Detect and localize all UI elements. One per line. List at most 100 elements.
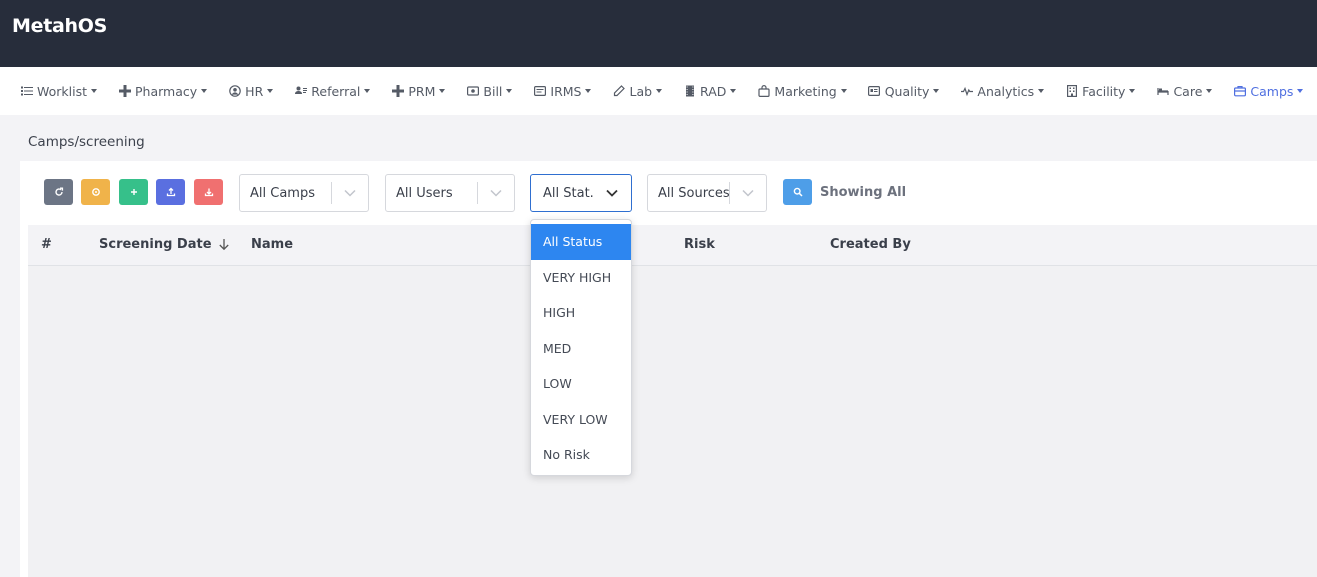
status-option[interactable]: No Risk <box>531 437 631 473</box>
breadcrumb: Camps/screening <box>28 134 145 150</box>
film-icon <box>683 85 696 98</box>
status-option[interactable]: HIGH <box>531 295 631 331</box>
select-value: All Sources <box>658 185 729 201</box>
nav-marketing[interactable]: Marketing <box>757 84 847 99</box>
download-button[interactable] <box>194 179 223 205</box>
users-icon <box>294 85 307 98</box>
nav-label: IRMS <box>550 83 582 99</box>
caret-down-icon <box>91 89 98 93</box>
add-button[interactable] <box>119 179 148 205</box>
table-body <box>28 266 1317 577</box>
select-value: All Camps <box>250 185 315 201</box>
caret-down-icon <box>1038 89 1045 93</box>
download-icon <box>204 188 213 197</box>
user-circle-icon <box>228 85 241 98</box>
gear-icon <box>91 188 100 196</box>
nav-pharmacy[interactable]: Pharmacy <box>118 83 208 99</box>
caret-down-icon <box>439 89 446 93</box>
nav-bill[interactable]: Bill <box>466 83 513 99</box>
search-button[interactable] <box>783 179 812 205</box>
main-nav: Worklist Pharmacy HR Referral PRM Bill I… <box>0 67 1317 115</box>
chevron-down-icon[interactable] <box>730 189 766 197</box>
refresh-icon <box>54 187 63 196</box>
nav-referral[interactable]: Referral <box>294 83 371 99</box>
caret-down-icon <box>840 89 847 93</box>
pencil-icon <box>612 85 625 98</box>
upload-icon <box>166 187 175 197</box>
nav-worklist[interactable]: Worklist <box>20 83 98 99</box>
bill-icon <box>466 85 479 98</box>
chevron-down-icon[interactable] <box>478 189 514 197</box>
bag-icon <box>757 85 770 98</box>
nav-label: Facility <box>1082 83 1126 99</box>
search-icon <box>793 187 803 197</box>
caret-down-icon <box>1129 89 1136 93</box>
nav-rad[interactable]: RAD <box>683 83 737 99</box>
plus-icon <box>118 85 131 98</box>
nav-camps[interactable]: Camps <box>1233 83 1304 99</box>
showing-status: Showing All <box>820 185 907 200</box>
caret-down-icon <box>364 89 371 93</box>
caret-down-icon <box>1297 89 1304 93</box>
settings-button[interactable] <box>81 179 110 205</box>
caret-down-icon <box>730 89 737 93</box>
status-option[interactable]: LOW <box>531 366 631 402</box>
top-header: MetahOS <box>0 0 1317 67</box>
column-header-screening-date[interactable]: Screening Date <box>99 237 230 252</box>
nav-care[interactable]: Care <box>1156 83 1213 99</box>
nav-hr[interactable]: HR <box>228 84 274 99</box>
nav-label: Quality <box>884 83 930 99</box>
column-header-index[interactable]: # <box>41 237 52 252</box>
card-icon <box>533 85 546 98</box>
status-option[interactable]: VERY HIGH <box>531 260 631 296</box>
plus-icon <box>391 85 404 98</box>
nav-quality[interactable]: Quality <box>868 84 940 99</box>
list-icon <box>20 85 33 98</box>
chevron-down-icon[interactable] <box>593 189 631 197</box>
caret-down-icon <box>585 89 592 93</box>
nav-label: Care <box>1173 83 1203 99</box>
nav-irms[interactable]: IRMS <box>533 83 592 99</box>
caret-down-icon <box>201 89 208 93</box>
status-option[interactable]: MED <box>531 331 631 367</box>
brand-logo[interactable]: MetahOS <box>12 15 107 37</box>
column-header-name[interactable]: Name <box>251 237 293 252</box>
sources-filter-select[interactable]: All Sources <box>647 174 767 212</box>
caret-down-icon <box>1206 89 1213 93</box>
caret-down-icon <box>933 89 940 93</box>
plus-icon <box>130 189 137 195</box>
camps-filter-select[interactable]: All Camps <box>239 174 369 212</box>
nav-lab[interactable]: Lab <box>612 83 663 99</box>
caret-down-icon <box>506 89 513 93</box>
refresh-button[interactable] <box>44 179 73 205</box>
status-option[interactable]: All Status <box>531 224 631 260</box>
nav-label: Analytics <box>977 83 1035 99</box>
nav-label: RAD <box>700 83 727 99</box>
upload-button[interactable] <box>156 179 185 205</box>
status-option[interactable]: VERY LOW <box>531 402 631 438</box>
building-icon <box>1065 85 1078 98</box>
nav-analytics[interactable]: Analytics <box>960 83 1045 99</box>
table-header: # Screening Date Name Risk Created By <box>28 225 1317 266</box>
column-header-risk[interactable]: Risk <box>684 237 715 252</box>
briefcase-icon <box>1233 85 1246 98</box>
chevron-down-icon[interactable] <box>332 189 368 197</box>
nav-label: Referral <box>311 83 361 99</box>
nav-facility[interactable]: Facility <box>1065 83 1136 99</box>
nav-label: PRM <box>408 83 436 99</box>
bed-icon <box>1156 85 1169 98</box>
status-dropdown-menu: All Status VERY HIGH HIGH MED LOW VERY L… <box>530 219 632 476</box>
nav-label: Bill <box>483 83 503 99</box>
nav-label: Worklist <box>37 83 88 99</box>
nav-prm[interactable]: PRM <box>391 83 446 99</box>
nav-label: Camps <box>1250 83 1294 99</box>
select-value: All Stat... <box>543 185 593 201</box>
status-filter-select[interactable]: All Stat... <box>530 174 632 212</box>
nav-label: Pharmacy <box>135 83 198 99</box>
sort-down-icon[interactable] <box>218 238 230 251</box>
users-filter-select[interactable]: All Users <box>385 174 515 212</box>
caret-down-icon <box>267 89 274 93</box>
column-header-created-by[interactable]: Created By <box>830 237 911 252</box>
caret-down-icon <box>656 89 663 93</box>
nav-label: Lab <box>629 83 653 99</box>
